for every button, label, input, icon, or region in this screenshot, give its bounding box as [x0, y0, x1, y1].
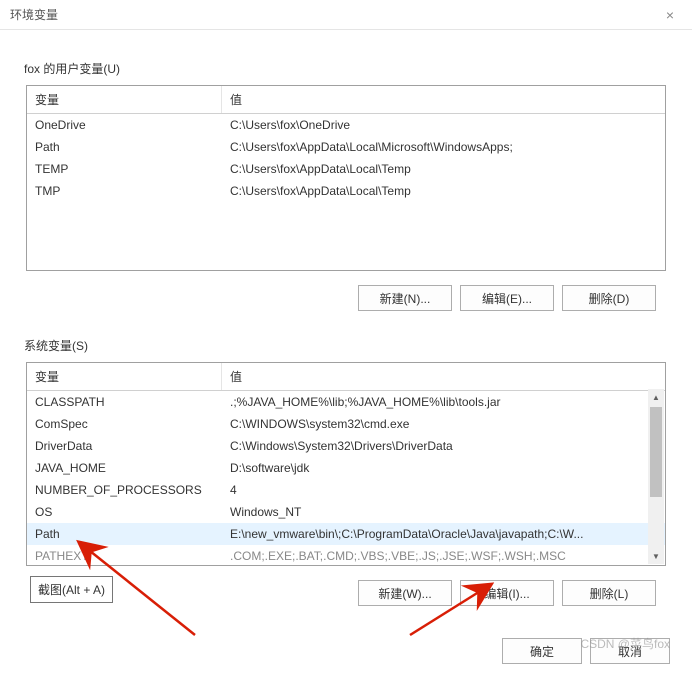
cell-value: 4 — [222, 481, 665, 499]
close-icon[interactable]: × — [658, 5, 682, 25]
table-row[interactable]: PathE:\new_vmware\bin\;C:\ProgramData\Or… — [27, 523, 665, 545]
table-row[interactable]: NUMBER_OF_PROCESSORS4 — [27, 479, 665, 501]
table-row[interactable]: TMPC:\Users\fox\AppData\Local\Temp — [27, 180, 665, 202]
scroll-thumb[interactable] — [650, 407, 662, 497]
cell-name: TMP — [27, 182, 222, 200]
col-header-value[interactable]: 值 — [222, 363, 665, 390]
dialog-content: fox 的用户变量(U) 变量 值 OneDriveC:\Users\fox\O… — [0, 30, 692, 616]
cell-name: OS — [27, 503, 222, 521]
window-title: 环境变量 — [10, 6, 58, 23]
window-titlebar: 环境变量 × — [0, 0, 692, 30]
cell-name: Path — [27, 138, 222, 156]
cell-value: C:\WINDOWS\system32\cmd.exe — [222, 415, 665, 433]
sys-edit-button[interactable]: 编辑(I)... — [460, 580, 554, 606]
table-row[interactable]: CLASSPATH.;%JAVA_HOME%\lib;%JAVA_HOME%\l… — [27, 391, 665, 413]
cell-value: C:\Users\fox\AppData\Local\Temp — [222, 182, 665, 200]
cell-value: C:\Users\fox\OneDrive — [222, 116, 665, 134]
cell-name: PATHEXT — [27, 547, 222, 565]
cell-name: CLASSPATH — [27, 393, 222, 411]
user-vars-grid: 变量 值 OneDriveC:\Users\fox\OneDrivePathC:… — [26, 85, 666, 271]
sys-vars-label: 系统变量(S) — [24, 337, 674, 354]
user-vars-label: fox 的用户变量(U) — [24, 60, 674, 77]
scroll-up-icon[interactable]: ▲ — [648, 389, 664, 405]
cell-value: C:\Users\fox\AppData\Local\Temp — [222, 160, 665, 178]
scroll-down-icon[interactable]: ▼ — [648, 548, 664, 564]
cell-value: D:\software\jdk — [222, 459, 665, 477]
sys-vars-buttons: 新建(W)... 编辑(I)... 删除(L) — [18, 580, 656, 606]
table-row[interactable]: OneDriveC:\Users\fox\OneDrive — [27, 114, 665, 136]
cell-name: OneDrive — [27, 116, 222, 134]
cell-name: NUMBER_OF_PROCESSORS — [27, 481, 222, 499]
table-row[interactable]: OSWindows_NT — [27, 501, 665, 523]
sys-vars-header: 变量 值 — [27, 363, 665, 391]
user-new-button[interactable]: 新建(N)... — [358, 285, 452, 311]
col-header-name[interactable]: 变量 — [27, 363, 222, 390]
cell-value: C:\Windows\System32\Drivers\DriverData — [222, 437, 665, 455]
cell-name: DriverData — [27, 437, 222, 455]
user-delete-button[interactable]: 删除(D) — [562, 285, 656, 311]
sys-vars-body: CLASSPATH.;%JAVA_HOME%\lib;%JAVA_HOME%\l… — [27, 391, 665, 565]
cell-name: TEMP — [27, 160, 222, 178]
user-vars-body: OneDriveC:\Users\fox\OneDrivePathC:\User… — [27, 114, 665, 270]
col-header-value[interactable]: 值 — [222, 86, 665, 113]
cell-name: JAVA_HOME — [27, 459, 222, 477]
cell-name: Path — [27, 525, 222, 543]
col-header-name[interactable]: 变量 — [27, 86, 222, 113]
table-row[interactable]: ComSpecC:\WINDOWS\system32\cmd.exe — [27, 413, 665, 435]
table-row[interactable]: PathC:\Users\fox\AppData\Local\Microsoft… — [27, 136, 665, 158]
cell-value: .;%JAVA_HOME%\lib;%JAVA_HOME%\lib\tools.… — [222, 393, 665, 411]
user-edit-button[interactable]: 编辑(E)... — [460, 285, 554, 311]
sys-new-button[interactable]: 新建(W)... — [358, 580, 452, 606]
table-row[interactable]: JAVA_HOMED:\software\jdk — [27, 457, 665, 479]
cell-name: ComSpec — [27, 415, 222, 433]
cell-value: E:\new_vmware\bin\;C:\ProgramData\Oracle… — [222, 525, 665, 543]
user-vars-buttons: 新建(N)... 编辑(E)... 删除(D) — [18, 285, 656, 311]
table-row[interactable]: DriverDataC:\Windows\System32\Drivers\Dr… — [27, 435, 665, 457]
screenshot-tooltip: 截图(Alt + A) — [30, 576, 113, 603]
sys-vars-grid: 变量 值 CLASSPATH.;%JAVA_HOME%\lib;%JAVA_HO… — [26, 362, 666, 566]
cell-value: Windows_NT — [222, 503, 665, 521]
cell-value: .COM;.EXE;.BAT;.CMD;.VBS;.VBE;.JS;.JSE;.… — [222, 547, 665, 565]
table-row[interactable]: PATHEXT.COM;.EXE;.BAT;.CMD;.VBS;.VBE;.JS… — [27, 545, 665, 565]
watermark-text: CSDN @菜鸟fox — [580, 635, 670, 652]
user-vars-header: 变量 值 — [27, 86, 665, 114]
sys-vars-scrollbar[interactable]: ▲ ▼ — [648, 389, 664, 564]
sys-delete-button[interactable]: 删除(L) — [562, 580, 656, 606]
ok-button[interactable]: 确定 — [502, 638, 582, 664]
table-row[interactable]: TEMPC:\Users\fox\AppData\Local\Temp — [27, 158, 665, 180]
cell-value: C:\Users\fox\AppData\Local\Microsoft\Win… — [222, 138, 665, 156]
